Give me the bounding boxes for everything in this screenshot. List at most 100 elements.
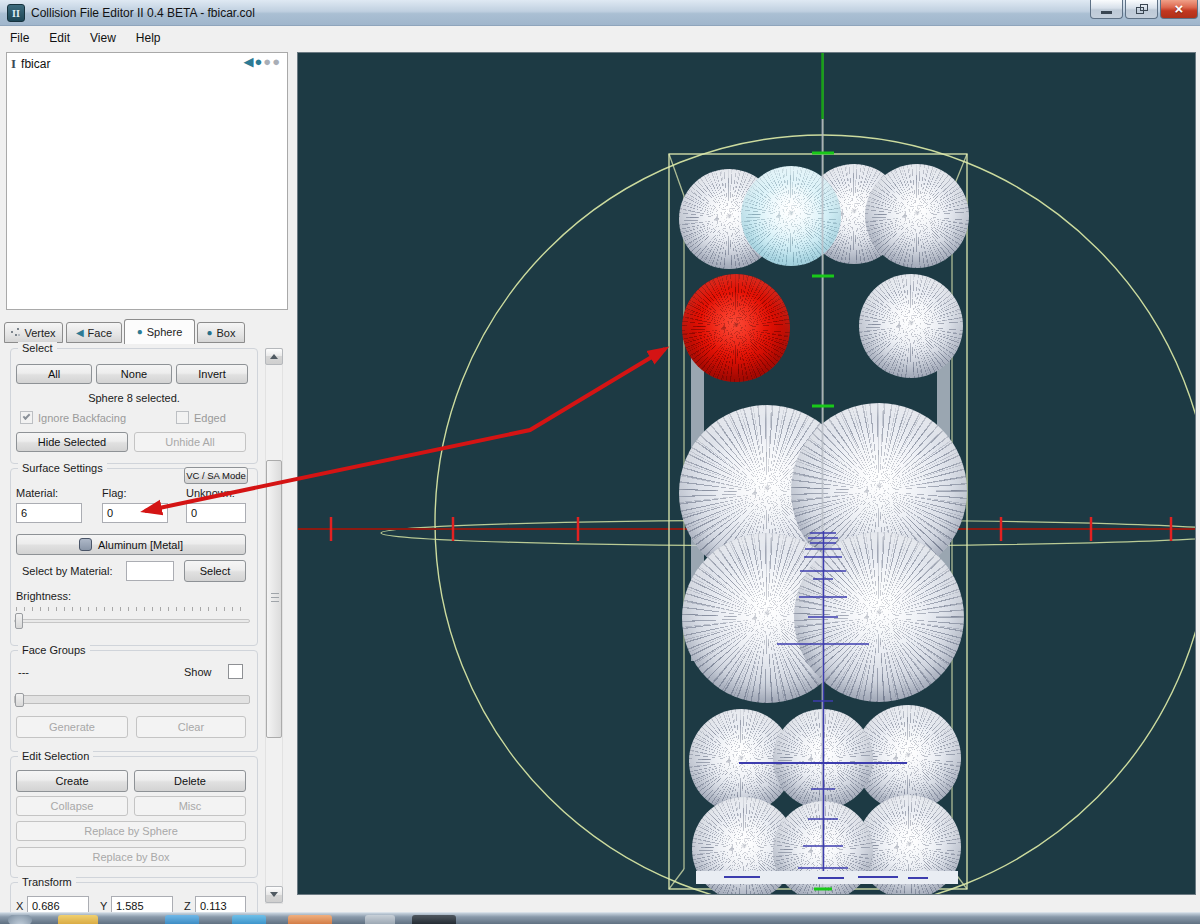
delete-button[interactable]: Delete xyxy=(134,770,246,792)
selection-status: Sphere 8 selected. xyxy=(10,392,258,404)
misc-button[interactable]: Misc xyxy=(134,796,246,816)
select-by-material-input[interactable] xyxy=(126,561,174,581)
transform-label: Transform xyxy=(18,876,76,888)
replace-by-sphere-button[interactable]: Replace by Sphere xyxy=(16,821,246,841)
transform-x-label: X xyxy=(16,900,23,912)
select-by-material-label: Select by Material: xyxy=(22,565,112,577)
surface-settings-label: Surface Settings xyxy=(18,462,107,474)
tab-label: Box xyxy=(217,327,236,339)
unknown-input[interactable]: 0 xyxy=(186,503,246,523)
taskbar[interactable] xyxy=(0,912,1200,924)
start-button[interactable] xyxy=(8,915,32,924)
tab-face[interactable]: ◀ Face xyxy=(66,322,122,343)
show-checkbox[interactable] xyxy=(228,664,243,679)
material-type-label: Aluminum [Metal] xyxy=(98,539,183,551)
menu-view[interactable]: View xyxy=(80,27,126,49)
select-by-material-button[interactable]: Select xyxy=(184,560,246,582)
up-arrow-icon xyxy=(270,354,278,359)
brightness-slider[interactable] xyxy=(14,619,250,623)
menu-file[interactable]: File xyxy=(0,27,39,49)
face-icon: ◀ xyxy=(76,328,84,338)
sphere-icon: ● xyxy=(137,327,143,337)
hierarchy-panel: I fbicar ◀ ● ● ● xyxy=(6,52,288,310)
transform-z-label: Z xyxy=(184,900,191,912)
tab-label: Face xyxy=(88,327,112,339)
taskbar-app1-icon[interactable] xyxy=(165,915,199,924)
scrollbar-grip xyxy=(271,593,279,603)
box-icon: ● xyxy=(206,328,212,338)
scrollbar-thumb[interactable] xyxy=(266,460,282,738)
scrollbar-up-button[interactable] xyxy=(265,348,283,365)
unknown-label: Unknown: xyxy=(186,487,235,499)
generate-button[interactable]: Generate xyxy=(16,716,128,738)
clear-button[interactable]: Clear xyxy=(136,716,246,738)
nav-sphere-icon[interactable]: ● xyxy=(254,55,262,68)
blue-ruler xyxy=(739,531,907,879)
vertex-icon xyxy=(11,328,20,337)
face-groups-slider-thumb[interactable] xyxy=(15,693,24,707)
vc-sa-mode-button[interactable]: VC / SA Mode xyxy=(184,467,248,484)
select-group-label: Select xyxy=(18,342,57,354)
window-title: Collision File Editor II 0.4 BETA - fbic… xyxy=(31,6,255,20)
create-button[interactable]: Create xyxy=(16,770,128,792)
collapse-button[interactable]: Collapse xyxy=(16,796,128,816)
restore-icon xyxy=(1136,4,1148,14)
tab-vertex[interactable]: Vertex xyxy=(4,322,63,343)
tab-label: Vertex xyxy=(24,327,55,339)
platform-marks xyxy=(724,877,928,878)
tree-item-fbicar[interactable]: I fbicar xyxy=(11,56,50,72)
down-arrow-icon xyxy=(270,892,278,897)
select-none-button[interactable]: None xyxy=(96,364,172,384)
material-label: Material: xyxy=(16,487,58,499)
nav-box-icon[interactable]: ● xyxy=(263,55,271,68)
flag-label: Flag: xyxy=(102,487,126,499)
edit-selection-label: Edit Selection xyxy=(18,750,93,762)
select-all-button[interactable]: All xyxy=(16,364,92,384)
tab-label: Sphere xyxy=(147,326,182,338)
scene-wireframe-front xyxy=(298,53,1196,895)
material-color-swatch xyxy=(79,538,92,551)
tab-box[interactable]: ● Box xyxy=(197,322,245,343)
taskbar-app2-icon[interactable] xyxy=(232,915,266,924)
taskbar-app5-icon[interactable] xyxy=(412,915,456,924)
minimize-button[interactable] xyxy=(1090,0,1123,19)
replace-by-box-button[interactable]: Replace by Box xyxy=(16,847,246,867)
scrollbar-down-button[interactable] xyxy=(265,886,283,903)
nav-face-icon[interactable]: ◀ xyxy=(243,55,253,68)
brightness-slider-thumb[interactable] xyxy=(15,613,23,629)
brightness-label: Brightness: xyxy=(16,590,71,602)
face-groups-slider[interactable] xyxy=(14,695,250,704)
application-window: II Collision File Editor II 0.4 BETA - f… xyxy=(0,0,1200,924)
ignore-backfacing-checkbox[interactable] xyxy=(20,411,33,424)
edged-label: Edged xyxy=(194,412,226,424)
close-button[interactable]: × xyxy=(1160,0,1198,19)
taskbar-app3-icon[interactable] xyxy=(288,915,332,924)
app-icon: II xyxy=(7,4,25,22)
select-invert-button[interactable]: Invert xyxy=(176,364,248,384)
show-label: Show xyxy=(184,666,212,678)
flag-input[interactable]: 0 xyxy=(102,503,168,523)
menu-bar: File Edit View Help xyxy=(0,26,1200,50)
face-groups-value: --- xyxy=(18,666,29,678)
taskbar-folder-icon[interactable] xyxy=(58,915,98,924)
unhide-all-button[interactable]: Unhide All xyxy=(134,432,246,452)
menu-help[interactable]: Help xyxy=(126,27,171,49)
menu-edit[interactable]: Edit xyxy=(39,27,80,49)
edged-checkbox[interactable] xyxy=(176,411,189,424)
hide-selected-button[interactable]: Hide Selected xyxy=(16,432,128,452)
face-groups-label: Face Groups xyxy=(18,644,90,656)
tab-sphere[interactable]: ● Sphere xyxy=(124,319,195,344)
brightness-ticks xyxy=(16,607,248,611)
close-icon: × xyxy=(1175,1,1184,16)
model-icon: I xyxy=(11,56,16,72)
viewport-3d[interactable] xyxy=(297,52,1196,895)
maximize-button[interactable] xyxy=(1125,0,1158,19)
taskbar-app4-icon[interactable] xyxy=(365,915,395,924)
nav-extra-icon[interactable]: ● xyxy=(272,55,280,68)
material-type-button[interactable]: Aluminum [Metal] xyxy=(16,534,246,555)
minimize-icon xyxy=(1101,11,1112,14)
title-bar: II Collision File Editor II 0.4 BETA - f… xyxy=(0,0,1200,26)
tree-item-label: fbicar xyxy=(21,57,50,71)
material-input[interactable]: 6 xyxy=(16,503,82,523)
ignore-backfacing-label: Ignore Backfacing xyxy=(38,412,126,424)
